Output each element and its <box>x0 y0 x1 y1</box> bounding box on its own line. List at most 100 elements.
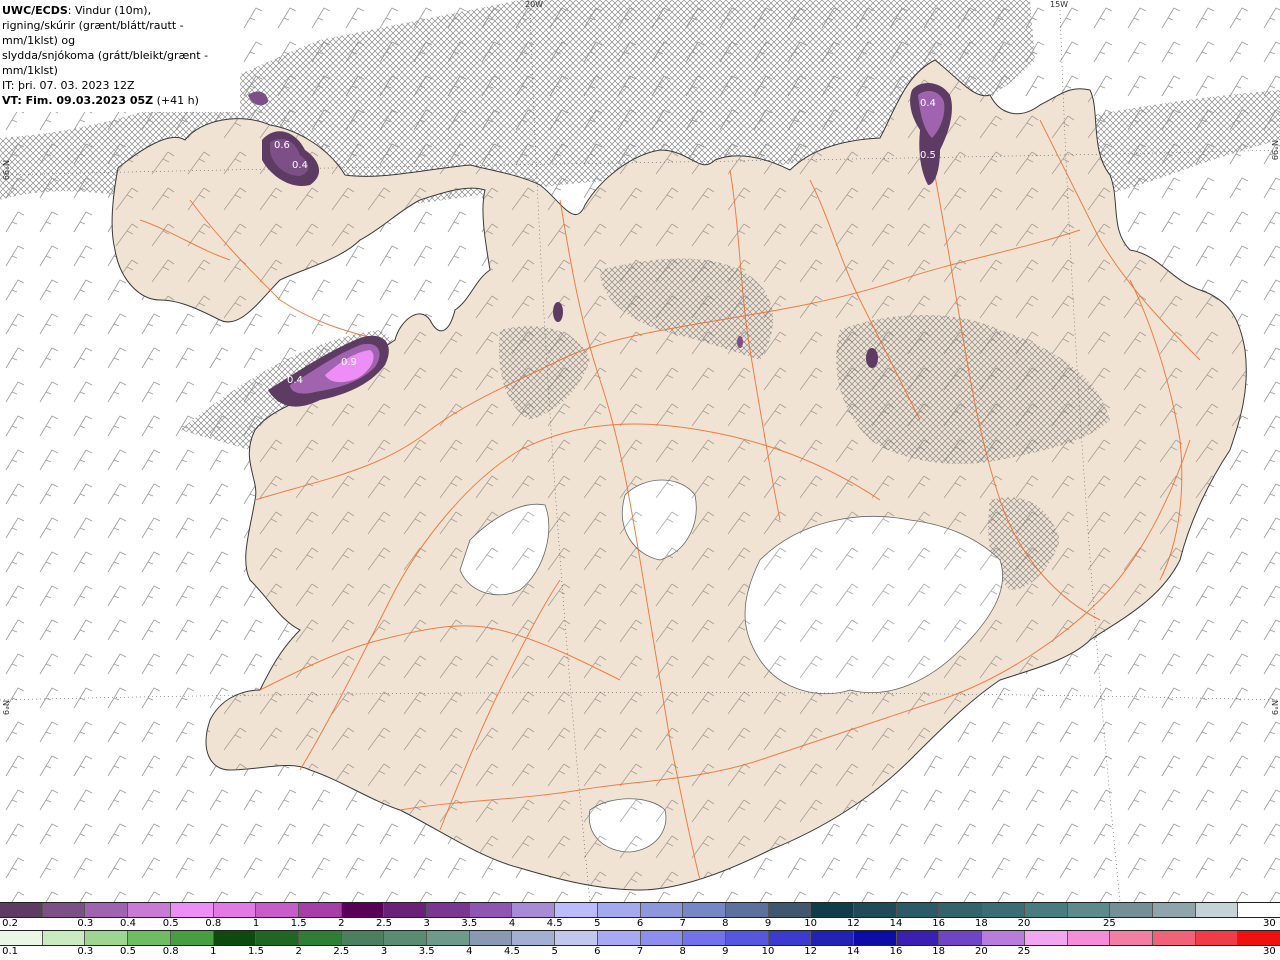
legend-swatch <box>128 931 171 945</box>
legend-swatch <box>0 903 43 917</box>
legend-swatch <box>982 903 1025 917</box>
precip-label: 0.5 <box>920 150 936 161</box>
legend-tick-label: 9 <box>722 946 729 957</box>
legend-tick-label: 8 <box>679 946 686 957</box>
legend-swatch <box>170 903 214 917</box>
legend-tick-label: 3 <box>380 946 388 957</box>
legend-tick-label: 2.5 <box>333 946 350 957</box>
legend-tick-label: 30 <box>1262 946 1276 957</box>
lon-label-20w: 20W <box>525 0 544 9</box>
legend-swatch <box>1238 931 1280 945</box>
lat-label-left-bottom: N°9 <box>1 700 10 716</box>
legend-swatch <box>341 931 385 945</box>
legend-tick-label: 4.5 <box>504 946 520 957</box>
precip-label: 0.4 <box>287 375 303 386</box>
legend-swatch <box>896 931 940 945</box>
legend-swatch <box>469 903 513 917</box>
legend-tick-label: 0.8 <box>162 946 179 957</box>
legend-swatch <box>1152 903 1196 917</box>
legend-tick-label: 5 <box>594 918 601 929</box>
legend-tick-label: 16 <box>932 918 946 929</box>
legend-swatch <box>213 931 257 945</box>
legend-swatch <box>298 903 342 917</box>
legend-tick-label: 18 <box>974 918 988 929</box>
legend-swatch <box>42 931 86 945</box>
legend-rain: 0.1 0.3 0.5 0.8 1 1.5 2 2.5 3 3.5 4 4.5 5 6 7 8 9 10 12 14 1… <box>0 930 1280 960</box>
legend-swatch <box>640 931 684 945</box>
legend-tick-label: 4 <box>466 946 473 957</box>
lat-label-right-bottom: N°9 <box>1270 700 1279 716</box>
legend-tick-label: 6 <box>594 946 601 957</box>
weather-map: 0.6 0.4 0.9 0.4 0.4 0.5 <box>0 0 1280 902</box>
lon-label-15w: 15W <box>1050 0 1069 9</box>
legend-swatch <box>939 931 983 945</box>
legend-tick-label: 0.2 <box>2 918 19 929</box>
legend-tick-label: 1 <box>252 918 260 929</box>
legend-swatch <box>128 903 171 917</box>
legend-tick-label: 20 <box>1017 918 1031 929</box>
legend-tick-label: 25 <box>1102 918 1116 929</box>
legend-tick-label: 0.5 <box>162 918 179 929</box>
legend-swatch <box>1238 903 1280 917</box>
legend-tick-label: 18 <box>932 946 946 957</box>
legend-snow-bar <box>0 902 1280 918</box>
legend-swatch <box>384 931 428 945</box>
initial-time: IT: þri. 07. 03. 2023 12Z <box>2 79 135 92</box>
legend-rain-ticks: 0.1 0.3 0.5 0.8 1 1.5 2 2.5 3 3.5 4 4.5 5 6 7 8 9 10 12 14 1… <box>0 946 1280 960</box>
legend-tick-label: 12 <box>804 946 818 957</box>
legend-swatch <box>1152 931 1196 945</box>
legend-swatch <box>1110 931 1153 945</box>
legend-swatch <box>384 903 428 917</box>
lat-label-left-top: N°99 <box>1 160 10 181</box>
legend-tick-label: 1.5 <box>290 918 307 929</box>
legend-swatch <box>85 931 129 945</box>
header-line2: rigning/skúrir (grænt/blátt/rautt - mm/1… <box>2 19 184 47</box>
legend-swatch <box>1067 903 1111 917</box>
legend-swatch <box>811 931 855 945</box>
valid-time-bold: VT: Fim. 09.03.2023 05Z <box>2 94 154 107</box>
legend-swatch <box>597 931 641 945</box>
legend-swatch <box>0 931 43 945</box>
legend-tick-label: 7 <box>636 946 644 957</box>
legend-tick-label: 6 <box>636 918 644 929</box>
legend-tick-label: 5 <box>551 946 558 957</box>
legend-tick-label: 16 <box>889 946 903 957</box>
legend-tick-label: 25 <box>1017 946 1031 957</box>
legend-swatch <box>725 931 769 945</box>
legend-tick-label: 0.3 <box>77 946 94 957</box>
legend-tick-label: 8 <box>722 918 729 929</box>
legend-snow: 0.2 0.3 0.4 0.5 0.8 1 1.5 2 2.5 3 3.5 4 4.5 5 6 7 8 9 10 12… <box>0 902 1280 932</box>
legend-tick-label: 3 <box>423 918 430 929</box>
legend-swatch <box>683 903 726 917</box>
legend-tick-label: 4 <box>508 918 516 929</box>
legend-tick-label: 7 <box>679 918 686 929</box>
legend-swatch <box>854 903 897 917</box>
legend-swatch <box>427 903 470 917</box>
map-info-header: UWC/ECDS: Vindur (10m), rigning/skúrir (… <box>0 0 240 112</box>
legend-swatch <box>85 903 129 917</box>
precip-label: 0.6 <box>274 140 290 151</box>
legend-tick-label: 0.1 <box>2 946 19 957</box>
legend-swatch <box>555 931 598 945</box>
legend-swatch <box>256 931 299 945</box>
legend-swatch <box>256 903 299 917</box>
legend-tick-label: 12 <box>846 918 860 929</box>
legend-swatch <box>1195 931 1239 945</box>
legend-tick-label: 2 <box>295 946 302 957</box>
legend-tick-label: 0.8 <box>205 918 222 929</box>
legend-swatch <box>896 903 940 917</box>
legend-tick-label: 1.5 <box>248 946 264 957</box>
legend-swatch <box>298 931 342 945</box>
legend-swatch <box>939 903 983 917</box>
legend-swatch <box>427 931 470 945</box>
legend-tick-label: 0.3 <box>77 918 94 929</box>
header-variable: : Vindur (10m), <box>67 4 152 17</box>
legend-swatch <box>213 903 257 917</box>
legend-tick-label: 3.5 <box>461 918 478 929</box>
legend-swatch <box>469 931 513 945</box>
legend-tick-label: 2 <box>338 918 345 929</box>
legend-swatch <box>1024 903 1068 917</box>
precip-label: 0.4 <box>292 160 308 171</box>
header-line1: UWC/ECDS: Vindur (10m), <box>2 3 238 18</box>
legend-swatch <box>42 903 86 917</box>
